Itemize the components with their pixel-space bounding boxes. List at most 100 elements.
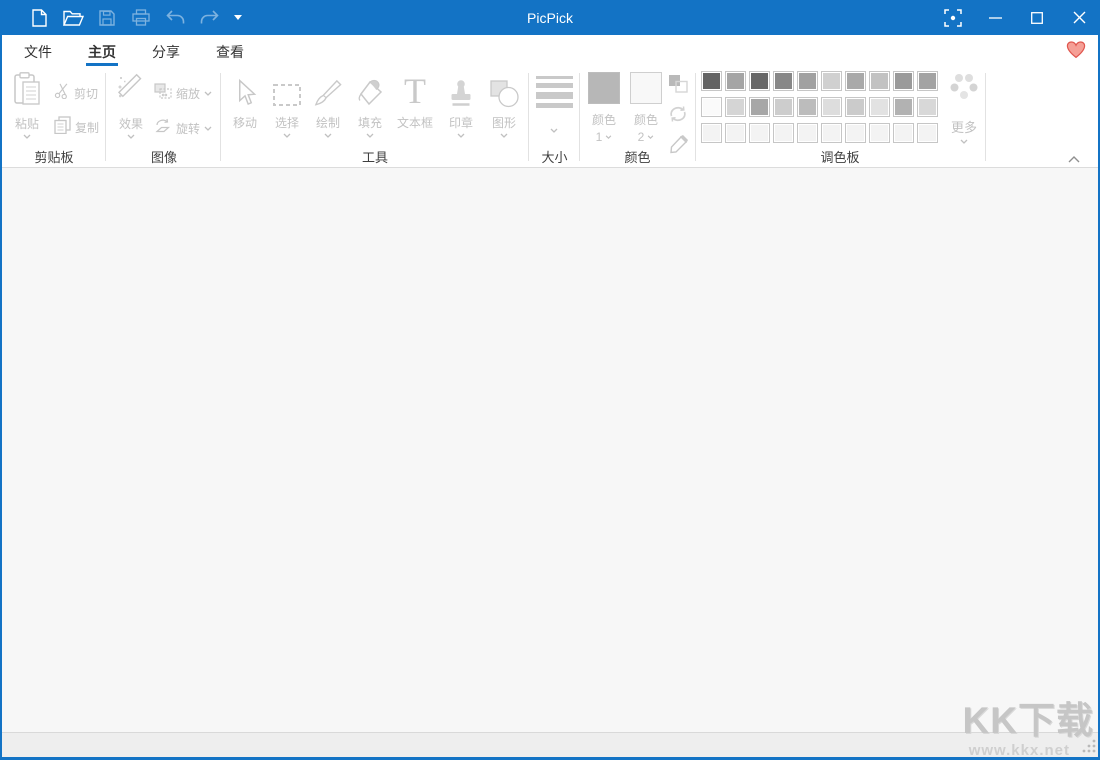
reset-colors-icon[interactable] bbox=[668, 105, 688, 128]
stamp-icon bbox=[447, 72, 475, 108]
line-size-button[interactable] bbox=[532, 74, 576, 133]
palette-swatch[interactable] bbox=[797, 97, 818, 117]
chevron-down-icon bbox=[23, 134, 31, 139]
redo-icon[interactable] bbox=[198, 7, 220, 29]
canvas-area[interactable] bbox=[2, 169, 1098, 732]
new-document-icon[interactable] bbox=[28, 7, 50, 29]
palette-swatch[interactable] bbox=[701, 71, 722, 91]
palette-swatch[interactable] bbox=[917, 71, 938, 91]
color2-button[interactable]: 颜色 2 bbox=[628, 72, 664, 144]
shapes-icon bbox=[490, 72, 519, 108]
rotate-icon bbox=[154, 118, 172, 139]
chevron-down-icon bbox=[127, 134, 135, 139]
palette-swatch[interactable] bbox=[749, 123, 770, 143]
palette-swatch[interactable] bbox=[725, 71, 746, 91]
color1-button[interactable]: 颜色 1 bbox=[586, 72, 622, 144]
quick-access-toolbar bbox=[28, 0, 244, 35]
cut-icon bbox=[54, 82, 70, 104]
resize-button[interactable]: 缩放 bbox=[154, 83, 212, 104]
palette-swatch[interactable] bbox=[773, 97, 794, 117]
palette-swatch[interactable] bbox=[893, 123, 914, 143]
palette-swatch[interactable] bbox=[821, 97, 842, 117]
tool-stamp-button[interactable]: 印章 bbox=[440, 72, 482, 144]
resize-label: 缩放 bbox=[176, 85, 200, 102]
swap-colors-icon[interactable] bbox=[668, 74, 688, 98]
maximize-button[interactable] bbox=[1016, 0, 1058, 35]
palette-swatch[interactable] bbox=[917, 123, 938, 143]
tab-home[interactable]: 主页 bbox=[74, 35, 130, 68]
group-separator bbox=[220, 73, 221, 161]
collapse-ribbon-icon[interactable] bbox=[1068, 150, 1080, 168]
palette-grid bbox=[701, 71, 938, 143]
color2-label: 颜色 bbox=[634, 111, 658, 128]
rotate-label: 旋转 bbox=[176, 120, 200, 137]
tool-label: 选择 bbox=[275, 114, 299, 131]
picpick-window: PicPick 文件 主页 分享 查看 bbox=[0, 0, 1100, 760]
tool-fill-button[interactable]: 填充 bbox=[349, 72, 391, 144]
palette-swatch[interactable] bbox=[893, 97, 914, 117]
tool-label: 图形 bbox=[492, 114, 516, 131]
line-size-icon bbox=[536, 74, 573, 113]
resize-grip[interactable] bbox=[1081, 738, 1097, 755]
palette-swatch[interactable] bbox=[773, 71, 794, 91]
effects-button[interactable]: 效果 bbox=[110, 72, 152, 139]
close-button[interactable] bbox=[1058, 0, 1100, 35]
palette-swatch[interactable] bbox=[845, 123, 866, 143]
copy-button[interactable]: 复制 bbox=[54, 116, 99, 139]
tool-shapes-button[interactable]: 图形 bbox=[483, 72, 525, 144]
palette-swatch[interactable] bbox=[725, 97, 746, 117]
heart-icon[interactable] bbox=[1066, 41, 1088, 63]
save-icon[interactable] bbox=[96, 7, 118, 29]
tool-move-button[interactable]: 移动 bbox=[224, 72, 266, 144]
palette-swatch[interactable] bbox=[845, 97, 866, 117]
paste-button[interactable]: 粘贴 bbox=[6, 72, 48, 139]
tool-textbox-button[interactable]: T 文本框 bbox=[391, 72, 439, 144]
more-dots-icon bbox=[948, 72, 980, 109]
chevron-down-icon bbox=[324, 133, 332, 138]
palette-swatch[interactable] bbox=[749, 97, 770, 117]
palette-swatch[interactable] bbox=[869, 71, 890, 91]
palette-swatch[interactable] bbox=[701, 97, 722, 117]
capture-icon[interactable] bbox=[932, 0, 974, 35]
cut-button[interactable]: 剪切 bbox=[54, 82, 98, 104]
color1-label: 颜色 bbox=[592, 111, 616, 128]
palette-swatch[interactable] bbox=[797, 123, 818, 143]
brush-icon bbox=[314, 72, 342, 108]
palette-swatch[interactable] bbox=[821, 123, 842, 143]
minimize-button[interactable] bbox=[974, 0, 1016, 35]
group-separator bbox=[105, 73, 106, 161]
rotate-button[interactable]: 旋转 bbox=[154, 118, 212, 139]
window-controls bbox=[932, 0, 1100, 35]
selection-icon bbox=[272, 72, 302, 108]
tool-draw-button[interactable]: 绘制 bbox=[307, 72, 349, 144]
customize-caret-icon[interactable] bbox=[232, 7, 244, 29]
tool-label: 绘制 bbox=[316, 114, 340, 131]
palette-swatch[interactable] bbox=[893, 71, 914, 91]
effects-label: 效果 bbox=[119, 115, 143, 132]
title-bar: PicPick bbox=[0, 0, 1100, 35]
status-bar bbox=[2, 732, 1098, 757]
tool-select-button[interactable]: 选择 bbox=[266, 72, 308, 144]
palette-swatch[interactable] bbox=[845, 71, 866, 91]
palette-swatch[interactable] bbox=[917, 97, 938, 117]
palette-swatch[interactable] bbox=[869, 123, 890, 143]
tab-view[interactable]: 查看 bbox=[202, 35, 258, 68]
palette-group-label: 调色板 bbox=[695, 150, 985, 166]
tool-label: 移动 bbox=[233, 114, 257, 131]
undo-icon[interactable] bbox=[164, 7, 186, 29]
window-border bbox=[0, 35, 2, 760]
ribbon: 粘贴 剪切 复制 剪贴板 效果 bbox=[2, 68, 1098, 168]
palette-swatch[interactable] bbox=[821, 71, 842, 91]
palette-swatch[interactable] bbox=[749, 71, 770, 91]
more-colors-button[interactable]: 更多 bbox=[943, 72, 985, 144]
palette-swatch[interactable] bbox=[869, 97, 890, 117]
print-icon[interactable] bbox=[130, 7, 152, 29]
copy-icon bbox=[54, 116, 71, 139]
palette-swatch[interactable] bbox=[701, 123, 722, 143]
palette-swatch[interactable] bbox=[773, 123, 794, 143]
palette-swatch[interactable] bbox=[797, 71, 818, 91]
palette-swatch[interactable] bbox=[725, 123, 746, 143]
tab-file[interactable]: 文件 bbox=[10, 35, 66, 68]
tab-share[interactable]: 分享 bbox=[138, 35, 194, 68]
open-folder-icon[interactable] bbox=[62, 7, 84, 29]
